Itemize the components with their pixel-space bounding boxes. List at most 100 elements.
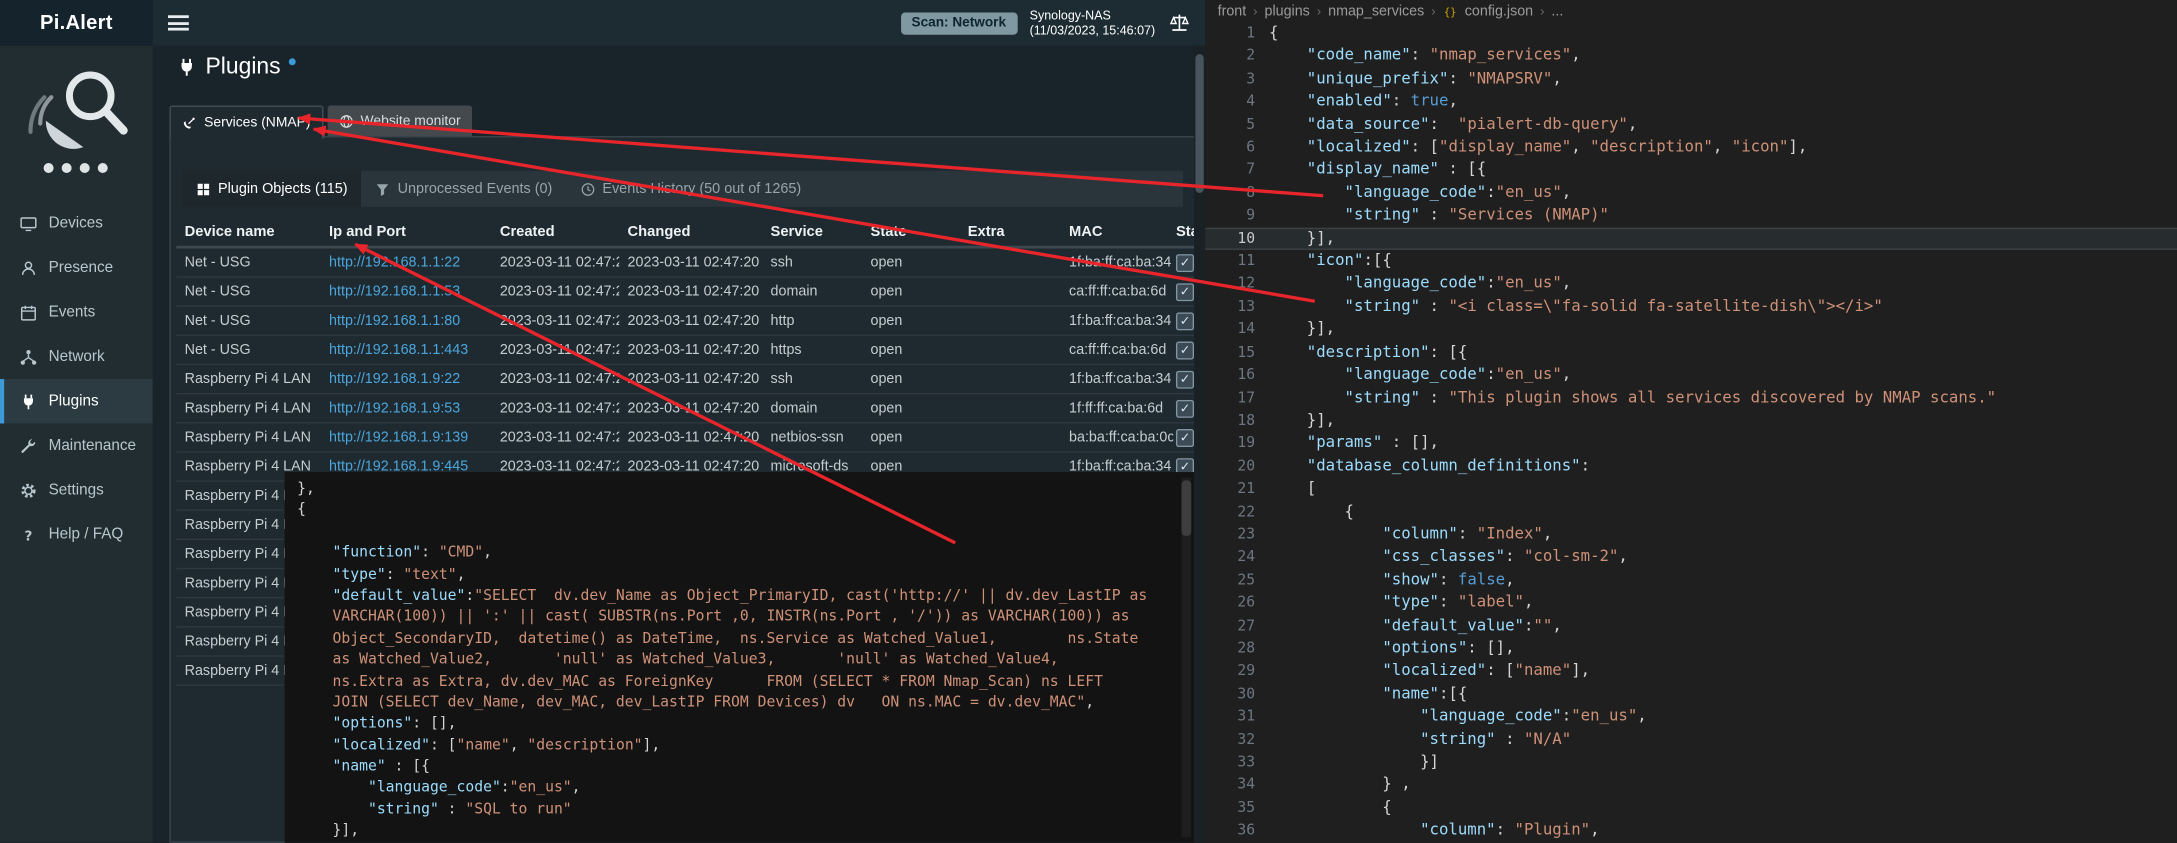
cell-mac: ca:ff:ff:ca:ba:6d: [1061, 284, 1173, 299]
cell-service: domain: [762, 401, 862, 416]
ip-link[interactable]: http://192.168.1.1:22: [329, 255, 460, 270]
breadcrumb-item-config-json[interactable]: config.json: [1465, 3, 1533, 18]
column-header-service[interactable]: Service: [762, 223, 862, 240]
tab-label: Services (NMAP): [204, 115, 310, 130]
breadcrumb-separator: ›: [1431, 3, 1435, 18]
cell-created: 2023-03-11 02:47:20: [491, 430, 619, 445]
ip-link[interactable]: http://192.168.1.1:443: [329, 342, 468, 357]
sidebar-item-plugins[interactable]: Plugins: [0, 379, 153, 423]
cell-status: ✓: [1173, 399, 1194, 417]
column-header-created[interactable]: Created: [491, 223, 619, 240]
subtab-unprocessed-events-0[interactable]: Unprocessed Events (0): [362, 171, 567, 207]
line-number: 21: [1205, 478, 1269, 501]
column-header-mac[interactable]: MAC: [1061, 223, 1173, 240]
cell-created: 2023-03-11 02:47:20: [491, 284, 619, 299]
column-header-device-name[interactable]: Device name: [176, 223, 320, 240]
cell-changed: 2023-03-11 02:47:20: [619, 430, 762, 445]
column-header-changed[interactable]: Changed: [619, 223, 762, 240]
cell-created: 2023-03-11 02:47:20: [491, 371, 619, 386]
editor-line: 34 } ,: [1205, 774, 2177, 797]
editor-line: 14 }],: [1205, 318, 2177, 341]
wrench-icon: [19, 437, 37, 455]
sidebar-item-label: Devices: [49, 215, 103, 232]
code-line: "name" : [{: [297, 757, 1173, 778]
scale-icon[interactable]: [1168, 11, 1192, 35]
code-line: {: [297, 500, 1173, 521]
editor-lines[interactable]: 1{2 "code_name": "nmap_services",3 "uniq…: [1205, 22, 2177, 843]
column-header-ip-and-port[interactable]: Ip and Port: [321, 223, 492, 240]
cell-created: 2023-03-11 02:47:20: [491, 313, 619, 328]
sidebar-item-network[interactable]: Network: [0, 335, 153, 379]
row-checkbox[interactable]: ✓: [1176, 253, 1194, 271]
json-braces-icon: {}: [1443, 3, 1458, 18]
editor-line: 21 [: [1205, 478, 2177, 501]
cell-ip: http://192.168.1.1:22: [321, 255, 492, 270]
overlay-scrollbar-thumb[interactable]: [1182, 480, 1192, 536]
subtabs-bar: Plugin Objects (115)Unprocessed Events (…: [182, 171, 1183, 207]
breadcrumb-item-front[interactable]: front: [1218, 3, 1247, 18]
table-row: Net - USGhttp://192.168.1.1:4432023-03-1…: [176, 336, 1194, 365]
ip-link[interactable]: http://192.168.1.1:53: [329, 284, 460, 299]
ip-link[interactable]: http://192.168.1.9:22: [329, 371, 460, 386]
editor-line: 32 "string" : "N/A": [1205, 728, 2177, 751]
row-checkbox[interactable]: ✓: [1176, 370, 1194, 388]
breadcrumb-separator: ›: [1540, 3, 1544, 18]
code-line: "string" : "SQL to run": [297, 800, 1173, 821]
sidebar-item-help-faq[interactable]: ?Help / FAQ: [0, 512, 153, 556]
cell-status: ✓: [1173, 341, 1194, 359]
tab-services-nmap[interactable]: Services (NMAP): [169, 106, 323, 139]
editor-line: 17 "string" : "This plugin shows all ser…: [1205, 387, 2177, 410]
sidebar-item-devices[interactable]: Devices: [0, 201, 153, 245]
sidebar-item-settings[interactable]: Settings: [0, 468, 153, 512]
cell-ip: http://192.168.1.9:22: [321, 371, 492, 386]
clock-icon: [580, 181, 595, 196]
sidebar-item-events[interactable]: Events: [0, 290, 153, 334]
page-title: Plugins: [176, 54, 296, 80]
editor-line: 16 "language_code":"en_us",: [1205, 364, 2177, 387]
tab-website-monitor[interactable]: Website monitor: [327, 106, 472, 137]
breadcrumb-item-nmap-services[interactable]: nmap_services: [1328, 3, 1424, 18]
row-checkbox[interactable]: ✓: [1176, 341, 1194, 359]
cell-mac: ca:ff:ff:ca:ba:6d: [1061, 342, 1173, 357]
column-header-state[interactable]: State: [862, 223, 959, 240]
sidebar-item-presence[interactable]: Presence: [0, 246, 153, 290]
ip-link[interactable]: http://192.168.1.9:53: [329, 401, 460, 416]
ip-link[interactable]: http://192.168.1.1:80: [329, 313, 460, 328]
row-checkbox[interactable]: ✓: [1176, 312, 1194, 330]
app-logo[interactable]: Pi.Alert: [0, 0, 153, 46]
column-header-extra[interactable]: Extra: [959, 223, 1060, 240]
line-number: 16: [1205, 364, 1269, 387]
code-line: "language_code":"en_us",: [297, 778, 1173, 799]
table-row: Raspberry Pi 4 LANhttp://192.168.1.9:139…: [176, 423, 1194, 452]
header-right: Scan: Network Synology-NAS (11/03/2023, …: [900, 0, 1191, 46]
row-checkbox[interactable]: ✓: [1176, 283, 1194, 301]
sidebar-item-maintenance[interactable]: Maintenance: [0, 423, 153, 467]
sidebar-nav: Devices PresenceEventsNetworkPluginsMaint…: [0, 201, 153, 556]
app-scrollbar-thumb[interactable]: [1195, 54, 1203, 193]
svg-text:{}: {}: [1444, 6, 1457, 18]
code-line: "options": [],: [297, 714, 1173, 735]
ip-link[interactable]: http://192.168.1.9:139: [329, 430, 468, 445]
line-number: 33: [1205, 751, 1269, 774]
line-number: 23: [1205, 523, 1269, 546]
app-scrollbar: [1194, 46, 1205, 843]
menu-toggle-icon[interactable]: [168, 15, 189, 30]
row-checkbox[interactable]: ✓: [1176, 399, 1194, 417]
line-number: 19: [1205, 432, 1269, 455]
subtab-plugin-objects-115[interactable]: Plugin Objects (115): [182, 171, 362, 207]
line-number: 5: [1205, 113, 1269, 136]
line-number: 1: [1205, 22, 1269, 45]
breadcrumb-item-plugins[interactable]: plugins: [1265, 3, 1310, 18]
line-number: 3: [1205, 68, 1269, 91]
cell-state: open: [862, 313, 959, 328]
editor-line: 7 "display_name" : [{: [1205, 159, 2177, 182]
line-number: 12: [1205, 273, 1269, 296]
column-header-status[interactable]: Status: [1173, 223, 1194, 240]
line-number: 11: [1205, 250, 1269, 273]
page-title-text: Plugins: [205, 54, 280, 80]
cell-ip: http://192.168.1.9:139: [321, 430, 492, 445]
editor-line: 9 "string" : "Services (NMAP)": [1205, 204, 2177, 227]
row-checkbox[interactable]: ✓: [1176, 428, 1194, 446]
subtab-events-history-50-out-of-1265[interactable]: Events History (50 out of 1265): [566, 171, 815, 207]
breadcrumb-item-more[interactable]: ...: [1551, 3, 1563, 18]
